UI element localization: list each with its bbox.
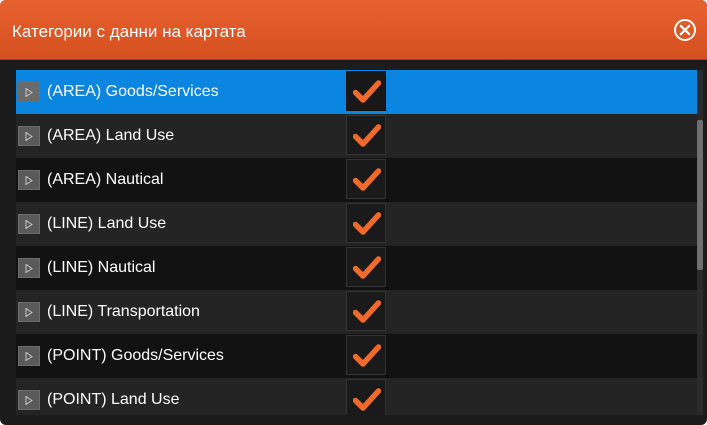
list-item[interactable]: (AREA) Goods/Services (16, 70, 697, 114)
expand-button[interactable] (18, 258, 40, 278)
close-button[interactable] (673, 18, 697, 42)
list-item-label: (LINE) Nautical (47, 259, 156, 276)
scrollbar-thumb[interactable] (697, 120, 703, 270)
checkmark-icon (353, 80, 381, 103)
checkmark-icon (353, 388, 381, 411)
list-item-body[interactable]: (AREA) Land Use (16, 114, 697, 158)
list-item-body[interactable]: (AREA) Nautical (16, 158, 697, 202)
map-data-categories-dialog: Категории с данни на картата (AREA) Good… (0, 0, 707, 425)
list-item[interactable]: (POINT) Land Use (16, 378, 697, 415)
checkmark-icon (353, 212, 381, 235)
triangle-right-icon (25, 352, 33, 361)
checkbox[interactable] (346, 115, 386, 155)
list-item-body[interactable]: (LINE) Nautical (16, 246, 697, 290)
checkbox[interactable] (346, 203, 386, 243)
list-item-label: (AREA) Goods/Services (47, 83, 219, 100)
checkbox[interactable] (346, 71, 386, 111)
expand-button[interactable] (18, 390, 40, 410)
checkbox[interactable] (346, 247, 386, 287)
list-item[interactable]: (LINE) Transportation (16, 290, 697, 334)
triangle-right-icon (25, 264, 33, 273)
checkmark-icon (353, 344, 381, 367)
list-item[interactable]: (AREA) Nautical (16, 158, 697, 202)
list-item[interactable]: (LINE) Land Use (16, 202, 697, 246)
list-item-body[interactable]: (POINT) Land Use (16, 378, 697, 415)
list-item[interactable]: (LINE) Nautical (16, 246, 697, 290)
expand-button[interactable] (18, 302, 40, 322)
expand-button[interactable] (18, 126, 40, 146)
checkmark-icon (353, 124, 381, 147)
checkmark-icon (353, 300, 381, 323)
checkmark-icon (353, 168, 381, 191)
list-item-label: (AREA) Land Use (47, 127, 175, 144)
list-item[interactable]: (AREA) Land Use (16, 114, 697, 158)
list-item-label: (LINE) Transportation (47, 303, 200, 320)
list-item-body[interactable]: (POINT) Goods/Services (16, 334, 697, 378)
triangle-right-icon (25, 308, 33, 317)
checkbox[interactable] (346, 335, 386, 375)
checkbox[interactable] (346, 159, 386, 199)
triangle-right-icon (25, 176, 33, 185)
triangle-right-icon (25, 220, 33, 229)
category-list[interactable]: (AREA) Goods/Services (AREA) Land Use (ARE… (16, 70, 697, 415)
expand-button[interactable] (18, 170, 40, 190)
expand-button[interactable] (18, 346, 40, 366)
dialog-titlebar: Категории с данни на картата (0, 0, 707, 60)
list-item-label: (LINE) Land Use (47, 215, 167, 232)
checkmark-icon (353, 256, 381, 279)
triangle-right-icon (25, 88, 33, 97)
list-item-body[interactable]: (LINE) Land Use (16, 202, 697, 246)
list-item-body[interactable]: (AREA) Goods/Services (16, 70, 697, 114)
list-item-body[interactable]: (LINE) Transportation (16, 290, 697, 334)
list-scrollbar[interactable] (697, 70, 703, 415)
checkbox[interactable] (346, 291, 386, 331)
list-item-label: (POINT) Goods/Services (47, 347, 224, 364)
expand-button[interactable] (18, 82, 40, 102)
list-item-label: (AREA) Nautical (47, 171, 164, 188)
dialog-title: Категории с данни на картата (12, 22, 246, 41)
checkbox[interactable] (346, 379, 386, 415)
list-item[interactable]: (POINT) Goods/Services (16, 334, 697, 378)
triangle-right-icon (25, 396, 33, 405)
triangle-right-icon (25, 132, 33, 141)
list-item-label: (POINT) Land Use (47, 391, 180, 408)
expand-button[interactable] (18, 214, 40, 234)
close-circle-icon (674, 19, 696, 41)
